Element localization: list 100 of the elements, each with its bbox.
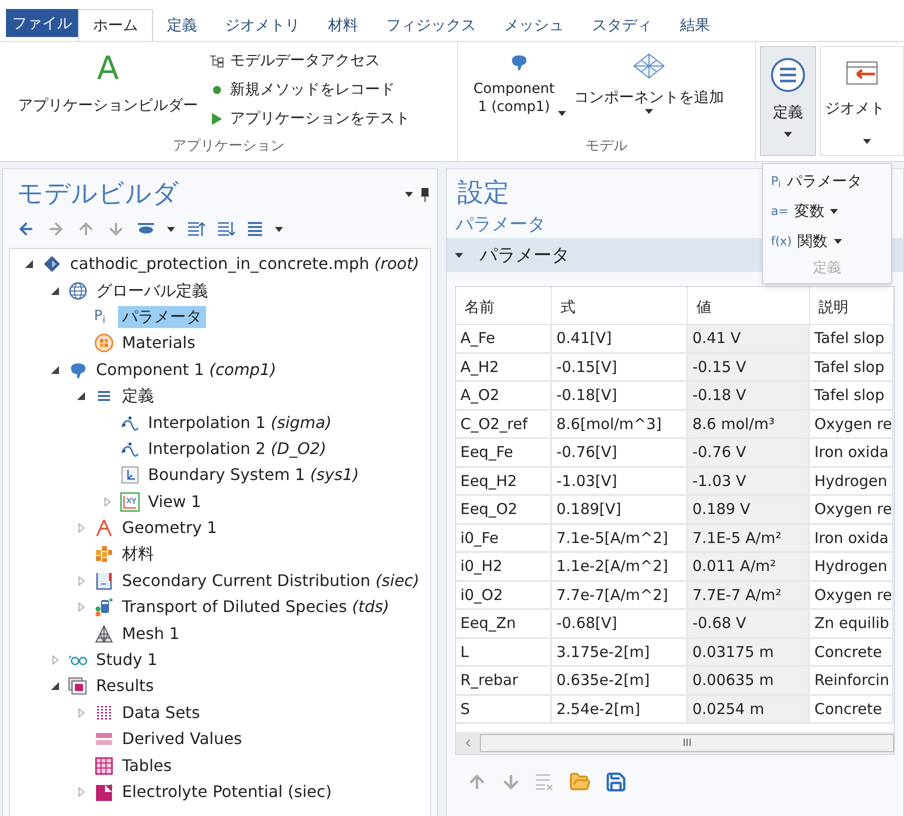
- tree-item[interactable]: Mesh 1: [118, 622, 184, 645]
- table-cell: 7.7e-7[A/m^2]: [552, 582, 688, 610]
- panel-subtitle: パラメータ: [455, 213, 546, 237]
- column-header[interactable]: 説明: [810, 287, 894, 325]
- table-cell: -0.18[V]: [552, 382, 688, 410]
- move-up-icon[interactable]: [77, 220, 95, 238]
- table-cell: 0.189[V]: [552, 496, 688, 524]
- tree-item[interactable]: Study 1: [92, 649, 162, 672]
- table-cell: Zn equilib: [810, 610, 894, 638]
- tree-item[interactable]: Data Sets: [118, 702, 204, 724]
- collapsed-arrow-icon[interactable]: [104, 496, 110, 507]
- expanded-arrow-icon[interactable]: [51, 682, 59, 690]
- clear-list-icon[interactable]: [535, 773, 556, 791]
- collapsed-arrow-icon[interactable]: [78, 708, 84, 718]
- tree-item[interactable]: Interpolation 1 (sigma): [144, 412, 336, 434]
- application-builder-button[interactable]: A アプリケーションビルダー: [18, 48, 198, 116]
- table-cell: -0.76 V: [688, 439, 810, 468]
- tree-item[interactable]: Interpolation 2 (D_O2): [144, 438, 330, 460]
- tree-item[interactable]: 材料: [118, 543, 158, 566]
- collapsed-arrow-icon[interactable]: [78, 523, 84, 534]
- ribbon-tab[interactable]: ジオメトリ: [211, 9, 314, 41]
- tree-item[interactable]: Transport of Diluted Species (tds): [118, 596, 394, 618]
- tree-item[interactable]: Secondary Current Distribution (siec): [118, 570, 424, 592]
- geometry-button[interactable]: ジオメト: [820, 46, 904, 156]
- tree-item[interactable]: パラメータ: [118, 306, 206, 328]
- tree-item[interactable]: cathodic_protection_in_concrete.mph (root): [66, 253, 424, 276]
- column-header[interactable]: 名前: [456, 287, 552, 325]
- parameter-icon: P$_{i}$: [94, 306, 114, 328]
- expanded-arrow-icon[interactable]: [25, 260, 33, 268]
- ribbon-small-button[interactable]: 新規メソッドをレコード: [208, 77, 410, 102]
- table-cell: -0.18 V: [688, 382, 810, 410]
- cube-icon: [632, 52, 666, 80]
- table-cell: 2.54e-2[m]: [552, 696, 688, 724]
- caret-icon: [167, 226, 175, 232]
- table-cell: 0.41 V: [688, 325, 810, 354]
- tree-item[interactable]: Results: [92, 675, 158, 698]
- ribbon-small-button[interactable]: モデルデータアクセス: [208, 48, 410, 73]
- tree-item[interactable]: Boundary System 1 (sys1): [144, 464, 363, 486]
- expanded-arrow-icon[interactable]: [51, 366, 59, 374]
- caret-icon: [863, 138, 871, 144]
- caret-icon: [405, 192, 414, 197]
- tree-item[interactable]: Derived Values: [118, 728, 246, 750]
- caret-icon: [784, 132, 792, 136]
- folder-open-icon[interactable]: [569, 771, 592, 793]
- table-cell: -1.03 V: [688, 468, 810, 496]
- table-cell: L: [456, 638, 552, 667]
- definitions-button[interactable]: 定義: [760, 46, 816, 156]
- tree-item[interactable]: Component 1 (comp1): [92, 358, 280, 381]
- ribbon-tab[interactable]: 定義: [153, 9, 211, 41]
- ribbon-tab[interactable]: ホーム: [78, 9, 153, 41]
- expanded-arrow-icon[interactable]: [77, 392, 85, 400]
- table-cell: 8.6[mol/m^3]: [552, 410, 688, 439]
- table-cell: 1.1e-2[A/m^2]: [552, 553, 688, 582]
- table-cell: 3.175e-2[m]: [552, 638, 688, 667]
- materials-icon: [94, 333, 114, 354]
- tree-item[interactable]: Electrolyte Potential (siec): [118, 781, 336, 803]
- list-options-icon[interactable]: [247, 221, 263, 237]
- table-cell: 7.7E-7 A/m²: [688, 582, 810, 610]
- back-icon[interactable]: [17, 220, 35, 238]
- ribbon-tab[interactable]: スタディ: [578, 9, 666, 41]
- tree-item[interactable]: Geometry 1: [118, 517, 222, 540]
- pin-icon[interactable]: [421, 188, 430, 202]
- horizontal-scrollbar[interactable]: III: [456, 732, 894, 754]
- table-cell: R_rebar: [456, 667, 552, 696]
- tree-item[interactable]: グローバル定義: [92, 280, 212, 302]
- eye-icon[interactable]: [137, 223, 155, 235]
- add-component-button[interactable]: コンポーネントを追加: [574, 52, 724, 114]
- tree-item[interactable]: 定義: [118, 385, 158, 408]
- forward-icon[interactable]: [47, 220, 65, 238]
- move-down-icon[interactable]: [107, 220, 125, 238]
- save-icon[interactable]: [605, 771, 628, 793]
- column-header[interactable]: 式: [552, 287, 688, 325]
- component-button[interactable]: Component 1 (comp1): [472, 52, 566, 116]
- globe-icon: [68, 280, 88, 301]
- table-cell: 0.635e-2[m]: [552, 667, 688, 696]
- ribbon-tab[interactable]: フィジックス: [372, 9, 490, 41]
- table-cell: Concrete: [810, 638, 894, 667]
- collapse-all-icon[interactable]: [187, 221, 205, 237]
- collapsed-arrow-icon[interactable]: [78, 576, 84, 586]
- column-header[interactable]: 値: [688, 287, 810, 325]
- ribbon-tab[interactable]: メッシュ: [490, 9, 578, 41]
- collapsed-arrow-icon[interactable]: [78, 602, 84, 612]
- collapsed-arrow-icon[interactable]: [78, 787, 84, 797]
- expanded-arrow-icon[interactable]: [51, 286, 59, 295]
- tree-item[interactable]: View 1: [144, 490, 206, 513]
- ribbon-tab[interactable]: 結果: [666, 9, 724, 41]
- play-icon: [212, 112, 222, 124]
- tree-item[interactable]: Tables: [118, 754, 176, 777]
- file-menu-button[interactable]: ファイル: [6, 9, 78, 37]
- collapsed-arrow-icon[interactable]: [52, 655, 58, 666]
- expand-all-icon[interactable]: [217, 221, 235, 237]
- menu-item[interactable]: P$_{i}$ パラメータ: [771, 168, 883, 194]
- view-icon: [120, 492, 140, 512]
- table-cell: 0.0254 m: [688, 696, 810, 724]
- ribbon-small-button[interactable]: アプリケーションをテスト: [208, 106, 410, 131]
- tree-item[interactable]: Materials: [118, 332, 200, 354]
- table-icon: [94, 756, 114, 776]
- ribbon-tab[interactable]: 材料: [314, 9, 372, 41]
- menu-item[interactable]: a= 変数: [771, 198, 883, 224]
- scrollbar-thumb[interactable]: III: [480, 734, 894, 752]
